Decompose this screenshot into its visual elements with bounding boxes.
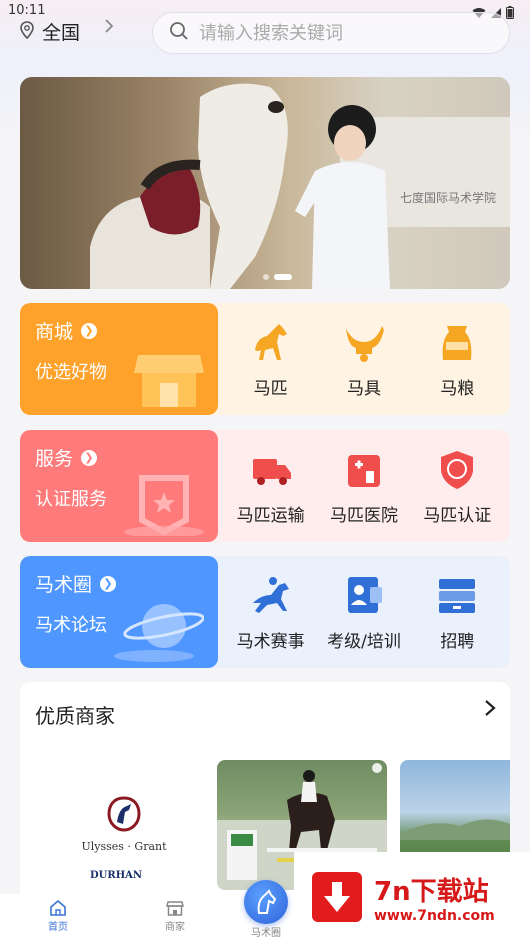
service-item-label: 马匹医院 (329, 505, 398, 526)
banner-wall-text: 七度国际马术学院 (399, 191, 496, 205)
equestrian-item-label: 马术赛事 (236, 631, 305, 652)
mall-entry[interactable]: 商城 ❯ 优选好物 (20, 303, 218, 415)
mall-item-horse[interactable]: 马匹 (225, 320, 317, 399)
nav-equestrian[interactable] (244, 880, 288, 924)
carousel-dot-active[interactable] (274, 274, 292, 280)
banner-carousel[interactable]: 七度国际马术学院 (20, 77, 510, 289)
banner-rider-image (295, 105, 390, 289)
merchant-name: Ulysses · Grant (81, 840, 167, 853)
equestrian-item-events[interactable]: 马术赛事 (225, 573, 317, 652)
equestrian-item-recruit[interactable]: 招聘 (411, 573, 503, 652)
search-icon (169, 21, 189, 45)
certificate-icon (441, 450, 474, 489)
section-title: 优质商家 (35, 704, 115, 728)
shop-icon (134, 355, 204, 407)
saddle-icon (345, 325, 384, 362)
search-bar[interactable] (152, 12, 510, 54)
merchant-durhan-logo[interactable]: DURHAN (90, 870, 142, 881)
category-equestrian: 马术圈 ❯ 马术论坛 马术赛事 考级/培训 招聘 (20, 556, 510, 668)
truck-icon (252, 458, 291, 485)
search-input[interactable] (199, 22, 489, 44)
nav-merchant[interactable]: 商家 (145, 900, 205, 933)
nav-label: 首页 (48, 922, 68, 933)
horse-icon (254, 323, 287, 360)
category-service: 服务 ❯ 认证服务 马匹运输 马匹医院 马匹认证 (20, 430, 510, 542)
chevron-right-icon: ❯ (81, 322, 98, 339)
service-item-certify[interactable]: 马匹认证 (411, 447, 503, 526)
watermark: 7n下载站 www.7ndn.com (294, 852, 530, 942)
service-item-transport[interactable]: 马匹运输 (225, 447, 317, 526)
chevron-right-icon: ❯ (81, 449, 98, 466)
watermark-url: www.7ndn.com (374, 907, 495, 924)
nav-label: 商家 (165, 922, 185, 933)
service-item-label: 马匹运输 (236, 505, 305, 526)
mall-item-label: 马具 (346, 378, 381, 399)
mall-item-label: 马匹 (253, 378, 288, 399)
training-icon (347, 576, 382, 613)
carousel-dot[interactable] (263, 274, 269, 280)
location-label: 全国 (42, 22, 81, 44)
ulysses-grant-logo (107, 796, 141, 832)
top-bar: 全国 (0, 12, 530, 54)
mall-item-tack[interactable]: 马具 (318, 320, 410, 399)
category-title: 商城 (35, 321, 74, 343)
horse-head-icon (257, 889, 277, 914)
equestrian-item-label: 考级/培训 (327, 631, 401, 652)
service-item-label: 马匹认证 (423, 505, 492, 526)
equestrian-item-label: 招聘 (440, 631, 475, 652)
nav-label: 马术圈 (251, 928, 281, 939)
home-icon (50, 900, 66, 916)
badge-icon (124, 475, 204, 536)
feed-bag-icon (442, 325, 472, 360)
service-entry[interactable]: 服务 ❯ 认证服务 (20, 430, 218, 542)
mall-item-label: 马粮 (440, 378, 475, 399)
merchant-ulysses-grant[interactable]: Ulysses · Grant (76, 796, 172, 853)
banner-horse-image (90, 83, 288, 289)
category-mall: 商城 ❯ 优选好物 马匹 马具 马粮 (20, 303, 510, 415)
location-selector[interactable]: 全国 (20, 18, 80, 45)
chevron-right-icon: ❯ (100, 575, 117, 592)
category-title: 服务 (35, 448, 74, 470)
hospital-icon (347, 454, 380, 487)
location-pin-icon (20, 20, 34, 43)
category-title: 马术圈 (35, 574, 93, 596)
chevron-right-icon[interactable] (484, 698, 496, 723)
watermark-title: 7n下载站 (374, 876, 489, 907)
race-horse-icon (252, 576, 289, 613)
nav-home[interactable]: 首页 (28, 900, 88, 933)
download-arrow-icon (312, 872, 362, 922)
equestrian-item-training[interactable]: 考级/培训 (318, 573, 410, 652)
store-icon (166, 901, 184, 916)
chevron-right-icon[interactable] (104, 18, 114, 39)
planet-icon (114, 604, 204, 662)
mall-item-feed[interactable]: 马粮 (411, 320, 503, 399)
recruit-icon (439, 578, 476, 613)
equestrian-entry[interactable]: 马术圈 ❯ 马术论坛 (20, 556, 218, 668)
bottom-nav: 首页 商家 马术圈 (0, 880, 294, 942)
service-item-hospital[interactable]: 马匹医院 (318, 447, 410, 526)
carousel-dots (263, 274, 292, 280)
